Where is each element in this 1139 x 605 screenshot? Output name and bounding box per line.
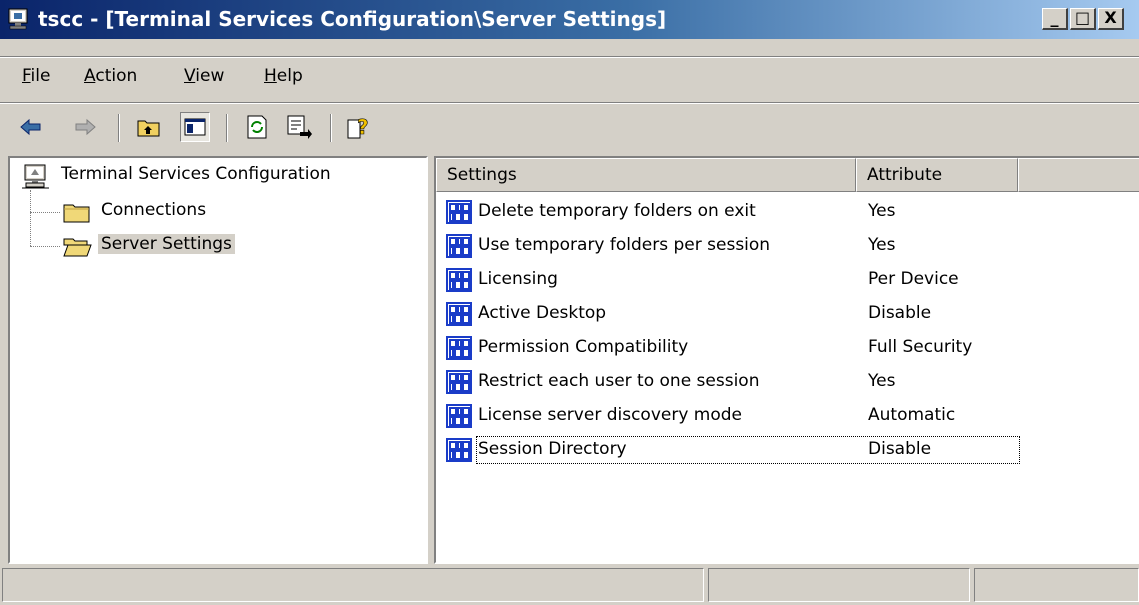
list-row[interactable]: License server discovery mode Automatic: [436, 400, 1136, 434]
status-panel: [708, 568, 970, 602]
column-header-empty[interactable]: [1018, 158, 1139, 192]
tree-connector: [30, 212, 60, 213]
setting-name: Active Desktop: [478, 303, 607, 323]
toolbar-separator: [226, 114, 228, 142]
toolbar-separator: [330, 114, 332, 142]
up-one-level-icon: [137, 120, 160, 137]
setting-binary-icon: [446, 268, 472, 292]
toolbar-separator: [118, 114, 120, 142]
show-hide-console-tree-icon: [184, 118, 206, 136]
back-arrow-icon: [20, 118, 41, 136]
tree-connector: [30, 190, 31, 246]
help-button[interactable]: ?: [344, 112, 374, 142]
setting-binary-icon: [446, 336, 472, 360]
export-list-button[interactable]: [284, 112, 314, 142]
setting-binary-icon: [446, 370, 472, 394]
list-row[interactable]: Session Directory Disable: [436, 434, 1136, 468]
list-row[interactable]: Use temporary folders per session Yes: [436, 230, 1136, 264]
menu-help[interactable]: Help: [260, 64, 307, 88]
refresh-icon: [247, 115, 267, 139]
setting-attribute: Yes: [868, 201, 896, 221]
tree-label: Server Settings: [98, 234, 235, 254]
menu-view[interactable]: View: [180, 64, 228, 88]
setting-name: Licensing: [478, 269, 558, 289]
minimize-button[interactable]: _: [1042, 8, 1068, 30]
setting-attribute: Yes: [868, 371, 896, 391]
setting-name: Permission Compatibility: [478, 337, 689, 357]
toolbar: ?: [0, 108, 1139, 146]
terminal-services-app-icon: [8, 8, 28, 30]
list-row[interactable]: Restrict each user to one session Yes: [436, 366, 1136, 400]
setting-attribute: Disable: [868, 439, 932, 459]
menu-file[interactable]: File: [18, 64, 54, 88]
menubar-divider: [0, 56, 1139, 58]
setting-attribute: Automatic: [868, 405, 956, 425]
open-folder-icon: [63, 238, 92, 257]
title-bar[interactable]: tscc - [Terminal Services Configuration\…: [0, 0, 1139, 39]
terminal-server-icon: [22, 164, 49, 189]
forward-arrow-icon: [75, 118, 96, 136]
setting-name: Delete temporary folders on exit: [478, 201, 756, 221]
status-panel: [2, 568, 704, 602]
tree-label: Terminal Services Configuration: [61, 164, 331, 184]
setting-binary-icon: [446, 404, 472, 428]
column-header-settings[interactable]: Settings: [436, 158, 856, 192]
setting-name: License server discovery mode: [478, 405, 743, 425]
forward-button[interactable]: [70, 112, 100, 142]
console-tree[interactable]: Terminal Services Configuration Connecti…: [8, 156, 428, 564]
list-row[interactable]: Active Desktop Disable: [436, 298, 1136, 332]
setting-binary-icon: [446, 200, 472, 224]
svg-text:?: ?: [357, 115, 369, 139]
setting-name: Session Directory: [478, 439, 627, 459]
setting-attribute: Yes: [868, 235, 896, 255]
tree-label: Connections: [101, 200, 207, 220]
list-row[interactable]: Permission Compatibility Full Security: [436, 332, 1136, 366]
toolbar-divider: [0, 102, 1139, 104]
menu-action[interactable]: Action: [80, 64, 141, 88]
refresh-button[interactable]: [242, 112, 272, 142]
status-panel: [974, 568, 1139, 602]
menu-bar: File Action View Help: [0, 60, 1139, 94]
maximize-button[interactable]: □: [1070, 8, 1096, 30]
folder-icon: [63, 204, 90, 223]
export-list-icon: [287, 115, 312, 139]
setting-attribute: Disable: [868, 303, 932, 323]
setting-name: Use temporary folders per session: [478, 235, 771, 255]
column-header-attribute[interactable]: Attribute: [856, 158, 1018, 192]
back-button[interactable]: [16, 112, 46, 142]
results-list[interactable]: Settings Attribute Delete temporary fold…: [434, 156, 1139, 564]
list-row[interactable]: Licensing Per Device: [436, 264, 1136, 298]
status-bar: [0, 568, 1139, 605]
up-one-level-button[interactable]: [134, 112, 164, 142]
setting-binary-icon: [446, 234, 472, 258]
help-icon: ?: [347, 115, 369, 139]
setting-name: Restrict each user to one session: [478, 371, 760, 391]
show-hide-console-tree-button[interactable]: [180, 112, 210, 142]
setting-binary-icon: [446, 302, 472, 326]
list-row[interactable]: Delete temporary folders on exit Yes: [436, 196, 1136, 230]
tree-connector: [30, 246, 60, 247]
setting-attribute: Full Security: [868, 337, 973, 357]
close-button[interactable]: X: [1098, 8, 1124, 30]
window-title: tscc - [Terminal Services Configuration\…: [38, 7, 667, 31]
setting-binary-icon: [446, 438, 472, 462]
setting-attribute: Per Device: [868, 269, 959, 289]
